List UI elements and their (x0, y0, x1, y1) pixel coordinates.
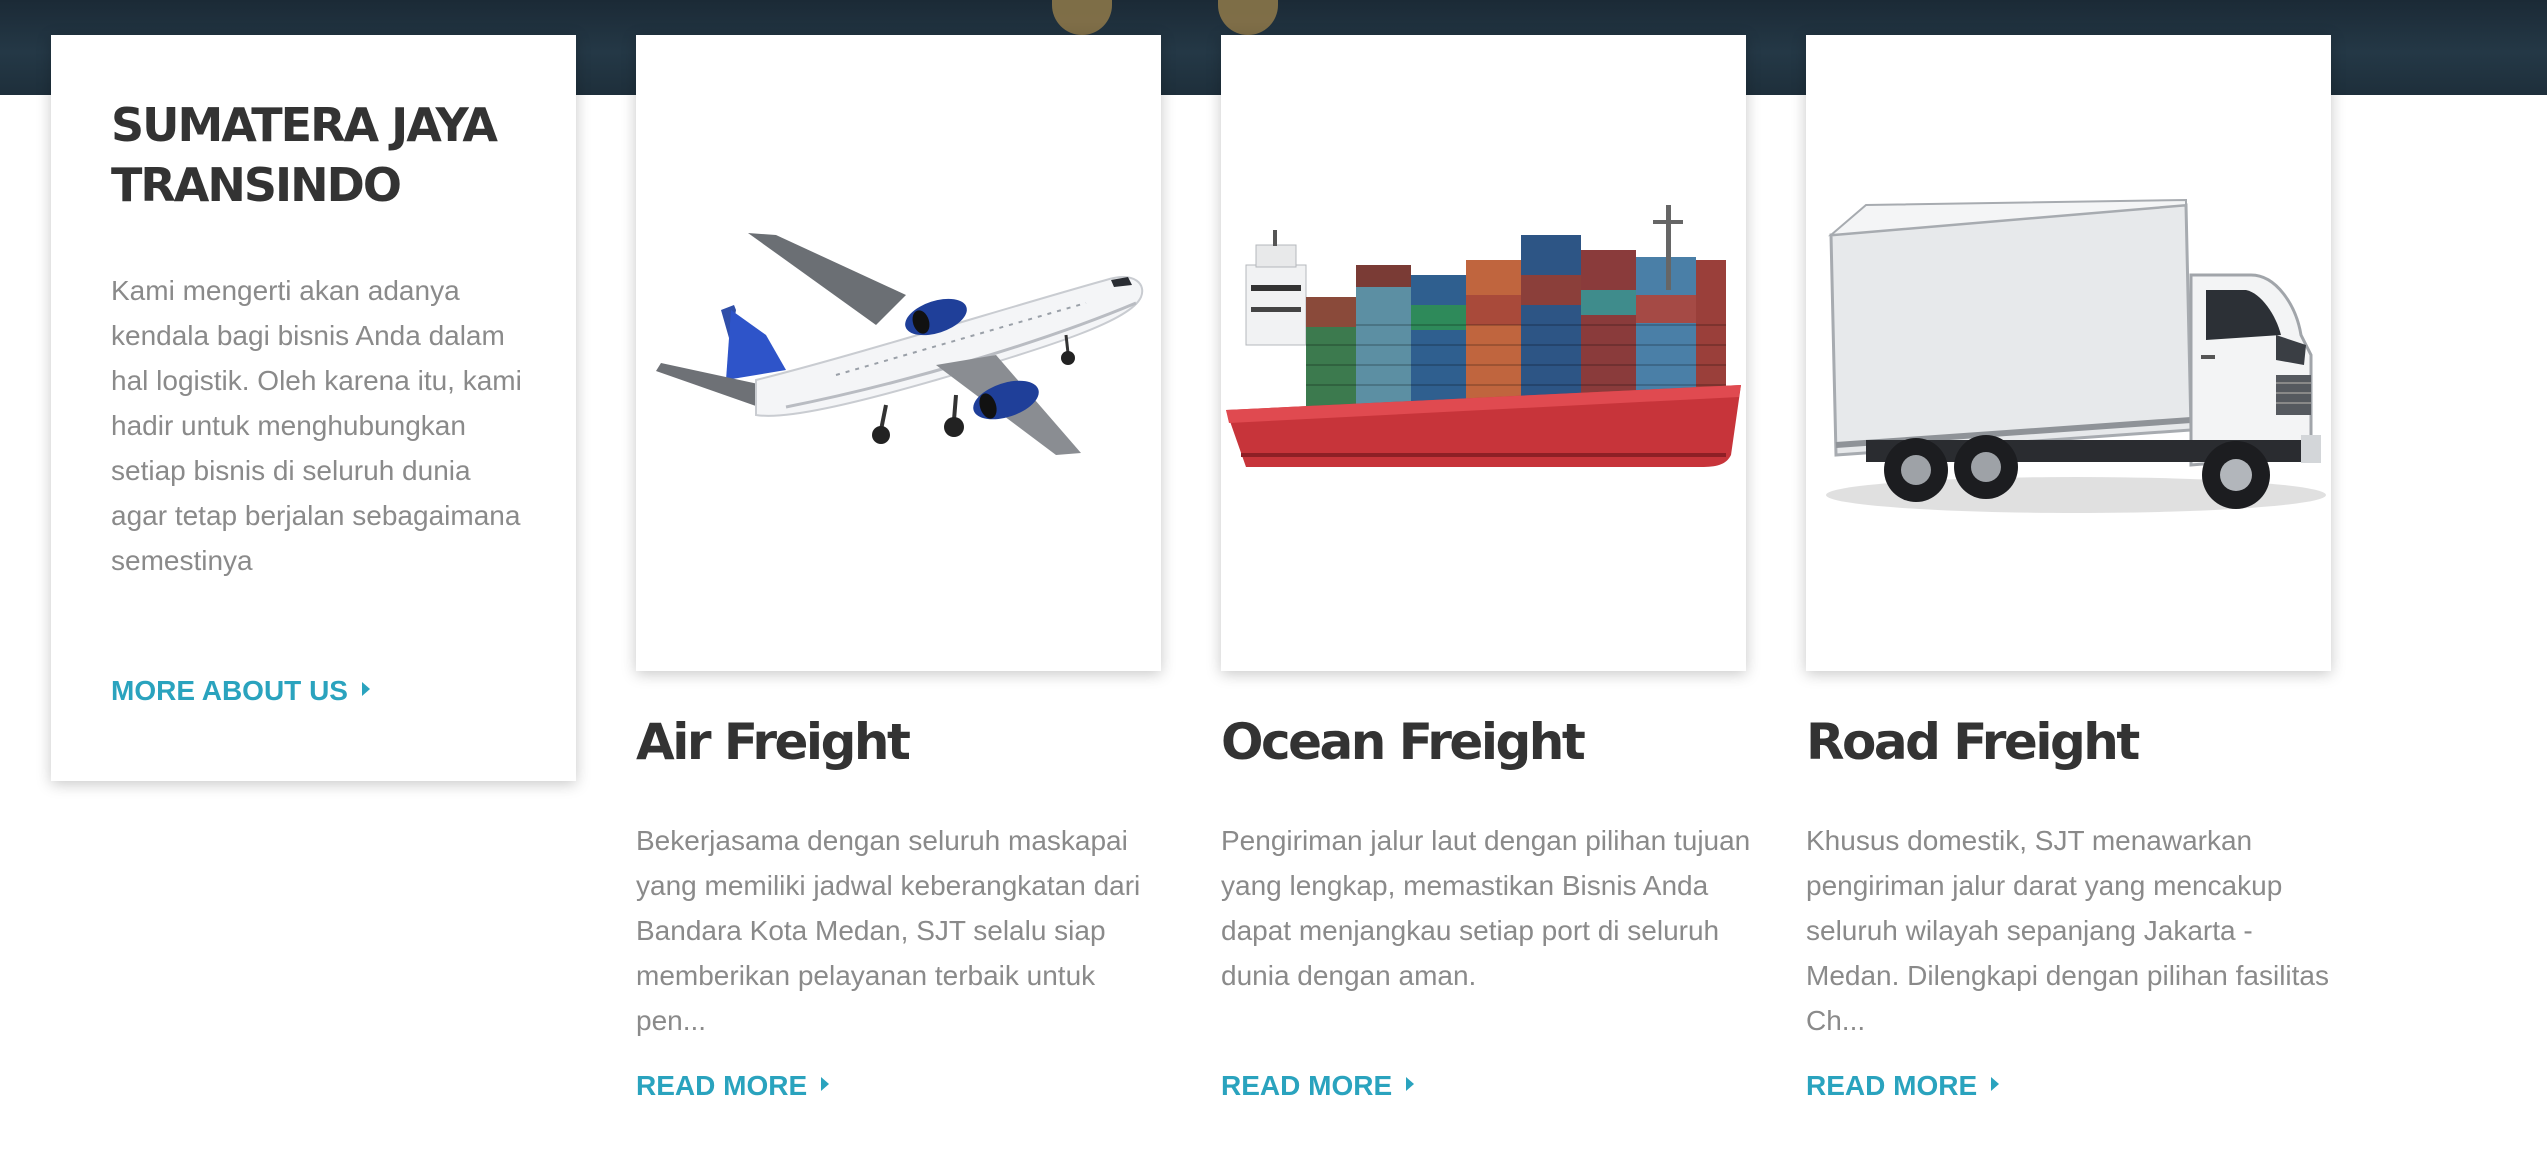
road-freight-title: Road Freight (1806, 713, 2140, 771)
more-about-us-label: MORE ABOUT US (111, 675, 348, 706)
company-title: SUMATERA JAYA TRANSINDO (111, 98, 498, 212)
read-more-label: READ MORE (1806, 1070, 1978, 1101)
about-card: SUMATERA JAYA TRANSINDO Kami mengerti ak… (51, 35, 576, 781)
hero-decoration (1052, 0, 1112, 35)
ocean-freight-image-card[interactable] (1221, 35, 1746, 671)
about-description: Kami mengerti akan adanya kendala bagi b… (111, 275, 522, 576)
road-freight-image-card[interactable] (1806, 35, 2331, 671)
road-freight-description: Khusus domestik, SJT menawarkan pengirim… (1806, 825, 2330, 1036)
ocean-freight-description: Pengiriman jalur laut dengan pilihan tuj… (1221, 825, 1751, 991)
ocean-freight-read-more-link[interactable]: READ MORE (1221, 1070, 1415, 1102)
air-freight-read-more-link[interactable]: READ MORE (636, 1070, 830, 1102)
read-more-label: READ MORE (1221, 1070, 1393, 1101)
read-more-label: READ MORE (636, 1070, 808, 1101)
caret-right-icon (361, 681, 370, 696)
ocean-freight-title: Ocean Freight (1221, 713, 1586, 771)
caret-right-icon (821, 1076, 830, 1091)
more-about-us-link[interactable]: MORE ABOUT US (111, 675, 370, 707)
air-freight-description: Bekerjasama dengan seluruh maskapai yang… (636, 825, 1141, 1036)
air-freight-title: Air Freight (636, 713, 911, 771)
caret-right-icon (1406, 1076, 1415, 1091)
container-ship-image (1226, 205, 1741, 467)
road-freight-read-more-link[interactable]: READ MORE (1806, 1070, 2000, 1102)
caret-right-icon (1991, 1076, 2000, 1091)
airplane-image (656, 233, 1144, 455)
box-truck-image (1826, 198, 2326, 513)
air-freight-image-card[interactable] (636, 35, 1161, 671)
hero-decoration (1218, 0, 1278, 35)
